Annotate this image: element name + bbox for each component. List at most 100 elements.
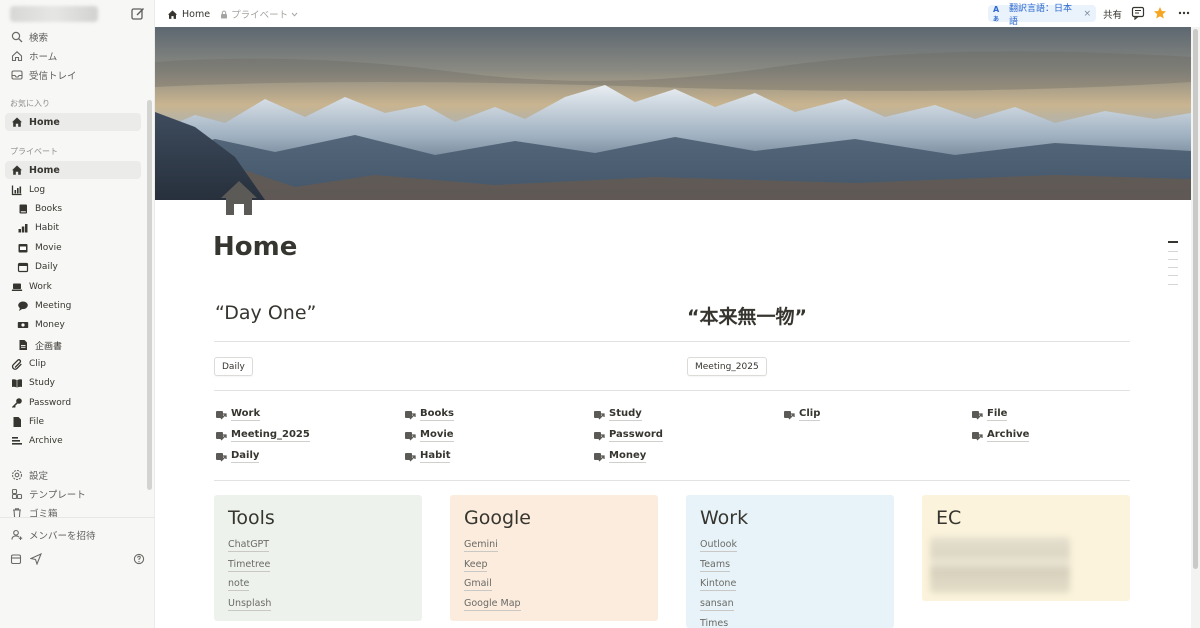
sidebar: 検索 ホーム 受信トレイ お気に入り Home プライベート Home Log … [0, 0, 155, 628]
card-link[interactable]: ChatGPT [228, 539, 270, 552]
sidebar-item-settings[interactable]: 設定 [5, 466, 141, 484]
page-link[interactable]: File [971, 408, 1008, 421]
page-link[interactable]: Meeting_2025 [215, 429, 310, 442]
sidebar-favorite-home[interactable]: Home [5, 113, 141, 131]
page-home-icon[interactable] [219, 178, 259, 216]
page-link[interactable]: Study [593, 408, 642, 421]
page-link[interactable]: Books [404, 408, 454, 421]
link-page-icon [216, 452, 227, 461]
page-link[interactable]: Habit [404, 450, 451, 463]
page-scrollbar[interactable] [1191, 27, 1200, 628]
sidebar-item-templates[interactable]: テンプレート [5, 485, 141, 503]
card-link[interactable]: note [228, 578, 250, 591]
archive-icon [11, 435, 23, 447]
sidebar-item-trash[interactable]: ゴミ箱 [5, 504, 141, 522]
more-icon[interactable] [1177, 6, 1191, 20]
toc-active-marker[interactable] [1168, 241, 1178, 243]
search-icon [11, 31, 23, 43]
sidebar-item-password[interactable]: Password [5, 394, 141, 412]
sidebar-scrollbar[interactable] [147, 100, 152, 490]
page-link-label: Movie [420, 429, 454, 442]
translate-icon: Aあ [993, 4, 1000, 23]
cover-image[interactable] [155, 27, 1191, 200]
scrollbar-thumb[interactable] [1193, 29, 1198, 569]
link-page-icon [594, 431, 605, 440]
page-link[interactable]: Daily [215, 450, 260, 463]
sidebar-item-search[interactable]: 検索 [5, 28, 141, 46]
card-title: Work [700, 507, 749, 529]
breadcrumb-page[interactable]: Home [182, 9, 210, 20]
sidebar-item-home[interactable]: Home [5, 161, 141, 179]
sidebar-item-label: Work [29, 282, 52, 292]
help-icon[interactable] [133, 553, 145, 565]
card-ec: EC [922, 495, 1130, 601]
paperclip-icon [11, 358, 23, 370]
card-link[interactable]: Timetree [228, 559, 271, 572]
sidebar-item-books[interactable]: Books [5, 200, 141, 218]
card-link[interactable]: Gmail [464, 578, 492, 591]
sidebar-divider [0, 517, 155, 518]
sidebar-item-log[interactable]: Log [5, 181, 141, 199]
card-link[interactable]: Teams [700, 559, 731, 572]
page-title[interactable]: Home [213, 232, 297, 262]
translate-language-chip[interactable]: Aあ 翻訳言語：日本語 × [988, 4, 1096, 27]
sidebar-item-study[interactable]: Study [5, 374, 141, 392]
page-link[interactable]: Clip [783, 408, 821, 421]
sidebar-item-file[interactable]: File [5, 413, 141, 431]
page-link[interactable]: Movie [404, 429, 454, 442]
toc-marker[interactable] [1168, 284, 1178, 285]
card-link[interactable]: Unsplash [228, 598, 272, 611]
document-icon [17, 339, 29, 351]
sidebar-item-money[interactable]: Money [5, 316, 141, 334]
sidebar-item-clip[interactable]: Clip [5, 355, 141, 373]
close-icon[interactable]: × [1083, 9, 1091, 19]
sidebar-item-label: 受信トレイ [29, 71, 77, 82]
page-link[interactable]: Work [215, 408, 261, 421]
sidebar-item-label: Money [35, 320, 65, 330]
toc-marker[interactable] [1168, 275, 1178, 276]
sidebar-item-archive[interactable]: Archive [5, 432, 141, 450]
toc-marker[interactable] [1168, 251, 1178, 252]
card-link[interactable]: Times [700, 618, 728, 628]
page-link[interactable]: Archive [971, 429, 1030, 442]
gear-icon [11, 469, 23, 481]
sidebar-item-inbox[interactable]: 受信トレイ [5, 66, 141, 84]
sidebar-item-meeting[interactable]: Meeting [5, 297, 141, 315]
movie-icon [17, 242, 29, 254]
page-link-label: Meeting_2025 [231, 429, 310, 442]
sidebar-item-home-top[interactable]: ホーム [5, 47, 141, 65]
page-link[interactable]: Password [593, 429, 663, 442]
card-link[interactable]: Outlook [700, 539, 737, 552]
invite-members-button[interactable]: メンバーを招待 [5, 526, 141, 544]
sidebar-item-kikakusho[interactable]: 企画書 [5, 336, 141, 354]
linked-page-daily[interactable]: Daily [214, 357, 253, 376]
share-button[interactable]: 共有 [1103, 7, 1122, 21]
sidebar-item-movie[interactable]: Movie [5, 239, 141, 257]
send-icon[interactable] [30, 553, 42, 565]
card-link[interactable]: Gemini [464, 539, 498, 552]
workspace-switcher[interactable] [8, 4, 148, 24]
laptop-icon [11, 281, 23, 293]
card-link[interactable]: Google Map [464, 598, 521, 611]
calendar-app-icon[interactable] [10, 553, 22, 565]
star-icon[interactable] [1153, 6, 1167, 20]
sidebar-item-daily[interactable]: Daily [5, 258, 141, 276]
user-plus-icon [11, 529, 23, 541]
sidebar-item-habit[interactable]: Habit [5, 219, 141, 237]
chart-icon [11, 184, 23, 196]
sidebar-item-work[interactable]: Work [5, 278, 141, 296]
card-link[interactable]: Kintone [700, 578, 737, 591]
linked-page-meeting[interactable]: Meeting_2025 [687, 357, 767, 376]
comment-icon[interactable] [1131, 6, 1145, 20]
privacy-dropdown[interactable]: プライベート [220, 7, 298, 21]
link-page-icon [972, 410, 983, 419]
breadcrumb[interactable]: Home プライベート [167, 7, 298, 21]
new-page-icon[interactable] [130, 6, 146, 22]
page-link[interactable]: Money [593, 450, 647, 463]
toc-marker[interactable] [1168, 259, 1178, 260]
card-link[interactable]: sansan [700, 598, 734, 611]
card-link[interactable]: Keep [464, 559, 488, 572]
sidebar-item-label: Archive [29, 436, 63, 446]
toc-marker[interactable] [1168, 267, 1178, 268]
link-page-icon [784, 410, 795, 419]
